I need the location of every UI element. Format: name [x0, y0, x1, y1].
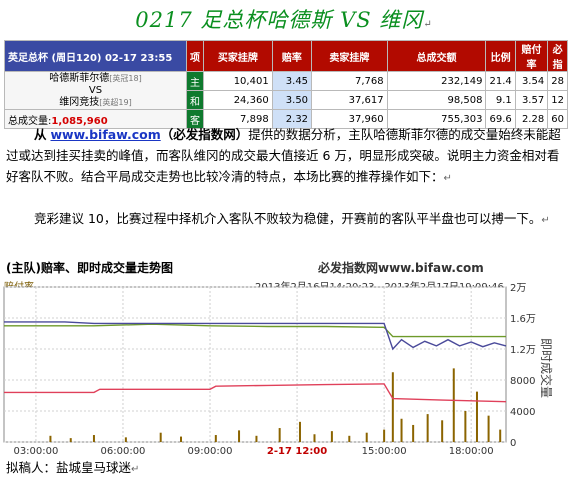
- volume-bar: [383, 429, 386, 442]
- volume-bar: [255, 435, 258, 442]
- volume-bar: [278, 428, 281, 442]
- volume-bar: [69, 438, 72, 442]
- y-tick-label: 2万: [510, 283, 526, 294]
- x-tick-label: 15:00:00: [362, 446, 407, 457]
- volume-bar: [330, 431, 333, 442]
- volume-bar: [487, 415, 490, 442]
- x-tick-label: 2-17 12:00: [267, 446, 327, 457]
- volume-bar: [391, 372, 394, 442]
- volume-bar: [348, 435, 351, 442]
- author-line: 拟稿人：盐城皇马球迷↵: [6, 460, 140, 475]
- plot-area: [3, 286, 507, 443]
- volume-bar: [49, 435, 52, 442]
- volume-bar: [180, 436, 183, 442]
- volume-bar: [214, 435, 217, 442]
- volume-bar: [475, 391, 478, 442]
- x-tick-label: 03:00:00: [13, 446, 58, 457]
- volume-bar: [400, 418, 403, 442]
- y-tick-label: 1.6万: [510, 314, 536, 325]
- volume-bar: [238, 430, 241, 442]
- trend-chart: 2万 1.6万 1.2万 8000 4000 0 03:00:00 06:00:00 09:00…: [3, 283, 554, 457]
- x-tick-label: 18:00:00: [449, 446, 494, 457]
- volume-bar: [365, 432, 368, 442]
- x-tick-label: 06:00:00: [101, 446, 146, 457]
- volume-bar: [426, 414, 429, 442]
- volume-bar: [298, 421, 301, 442]
- volume-bar: [452, 368, 455, 442]
- volume-bar: [313, 434, 316, 442]
- y-tick-label: 1.2万: [510, 345, 536, 356]
- y-tick-label: 8000: [510, 376, 535, 387]
- volume-bar: [412, 424, 415, 442]
- y-tick-label: 0: [510, 438, 516, 449]
- y-tick-label: 4000: [510, 407, 535, 418]
- volume-bar: [441, 420, 444, 442]
- right-axis-label: 即时成交量: [539, 338, 554, 398]
- volume-bar: [92, 435, 95, 442]
- volume-bar: [124, 437, 127, 442]
- volume-bar: [159, 432, 162, 442]
- volume-bar: [499, 429, 502, 442]
- volume-bar: [464, 411, 467, 442]
- x-tick-label: 09:00:00: [188, 446, 233, 457]
